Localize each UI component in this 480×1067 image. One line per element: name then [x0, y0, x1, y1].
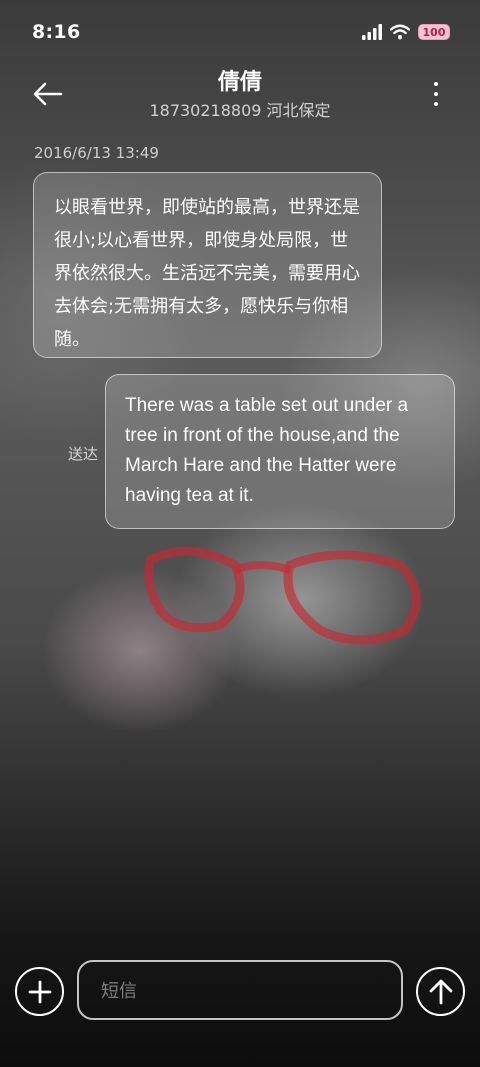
outgoing-message-bubble[interactable]: There was a table set out under a tree i…	[105, 374, 455, 529]
message-composer: 短信	[0, 955, 480, 1025]
add-attachment-button[interactable]	[15, 967, 64, 1016]
more-options-button[interactable]	[426, 78, 446, 110]
back-button[interactable]	[28, 76, 68, 112]
wifi-icon	[390, 24, 410, 40]
status-icons: 100	[362, 24, 450, 40]
status-time: 8:16	[32, 21, 81, 43]
message-input-placeholder: 短信	[101, 981, 137, 1002]
arrow-up-icon	[429, 979, 452, 1004]
conversation-header: 倩倩 18730218809 河北保定	[0, 64, 480, 128]
message-timestamp: 2016/6/13 13:49	[34, 144, 159, 162]
delivery-status: 送达	[68, 445, 99, 463]
contact-phone-location: 18730218809 河北保定	[149, 101, 331, 120]
status-bar: 8:16 100	[0, 0, 480, 64]
contact-name: 倩倩	[217, 70, 262, 95]
battery-icon: 100	[418, 24, 450, 40]
arrow-left-icon	[33, 82, 63, 106]
contact-info[interactable]: 倩倩 18730218809 河北保定	[90, 68, 390, 122]
more-vertical-icon	[434, 82, 438, 86]
incoming-message-bubble[interactable]: 以眼看世界，即使站的最高，世界还是很小;以心看世界，即使身处局限，世界依然很大。…	[33, 172, 382, 358]
plus-icon	[28, 980, 51, 1003]
message-input[interactable]: 短信	[77, 960, 403, 1020]
send-button[interactable]	[416, 967, 465, 1016]
signal-icon	[362, 24, 382, 40]
